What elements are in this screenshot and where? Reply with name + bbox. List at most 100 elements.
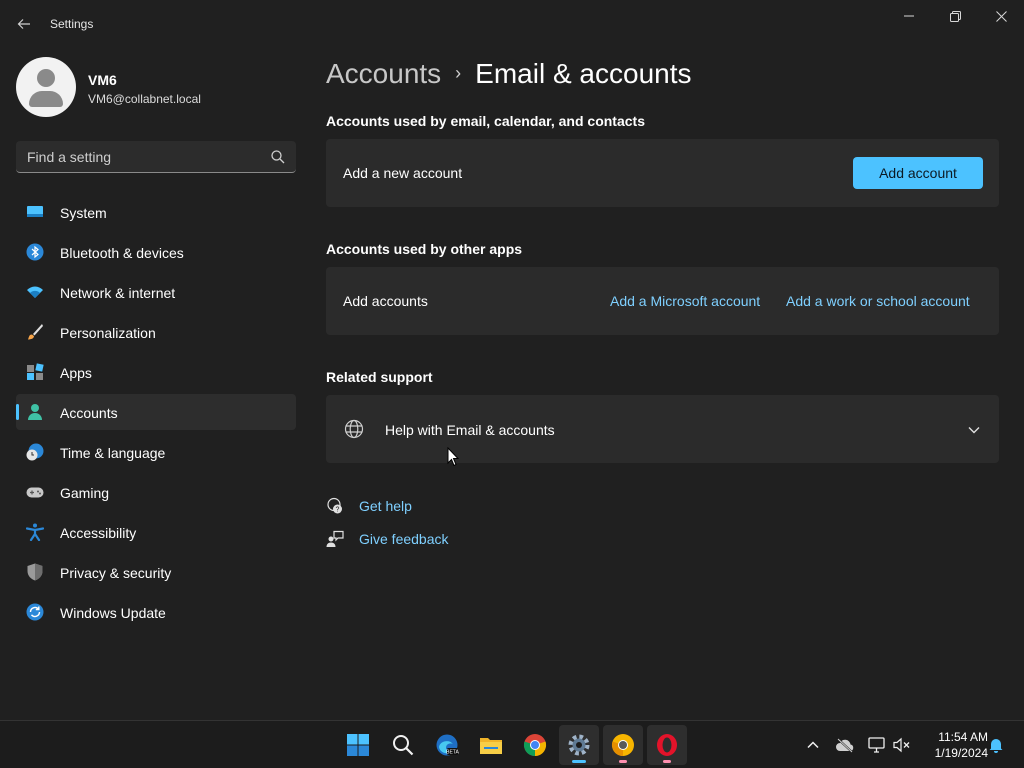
volume-tray[interactable] [892, 735, 912, 755]
section-title-related-support: Related support [326, 369, 433, 385]
avatar-body [29, 91, 63, 107]
add-microsoft-account-link[interactable]: Add a Microsoft account [610, 293, 760, 309]
update-icon [26, 603, 44, 621]
accounts-icon [28, 404, 42, 420]
accessibility-icon [26, 523, 44, 541]
page-title: Email & accounts [475, 58, 692, 89]
chevron-up-icon [807, 741, 819, 749]
taskbar: BETA 11:54 AM 1/19/2024 [0, 720, 1024, 768]
wifi-icon [27, 286, 43, 298]
get-help-link[interactable]: ? Get help [326, 495, 446, 517]
close-button[interactable] [978, 0, 1024, 32]
search-icon[interactable] [270, 149, 286, 165]
profile-email: VM6@collabnet.local [88, 92, 201, 106]
shield-icon [27, 563, 43, 581]
chrome-canary-icon [611, 734, 634, 757]
minimize-icon [904, 15, 914, 17]
taskbar-chrome[interactable] [515, 725, 555, 765]
sidebar-item-label: System [60, 205, 107, 221]
search-input[interactable] [16, 141, 266, 172]
maximize-button[interactable] [932, 0, 978, 32]
add-new-account-card: Add a new account Add account [326, 139, 999, 207]
running-indicator [619, 760, 627, 763]
cloud-offline-icon [836, 738, 854, 753]
taskbar-edge-beta[interactable]: BETA [427, 725, 467, 765]
edge-beta-icon: BETA [436, 734, 459, 756]
section-title-other-apps: Accounts used by other apps [326, 241, 523, 257]
add-accounts-label: Add accounts [343, 293, 428, 309]
taskbar-chrome-canary[interactable] [603, 725, 643, 765]
start-button[interactable] [338, 725, 378, 765]
sidebar-item-network[interactable]: Network & internet [16, 274, 296, 310]
file-explorer-icon [480, 738, 502, 754]
sidebar-item-windows-update[interactable]: Windows Update [16, 594, 296, 630]
notifications-button[interactable] [986, 735, 1006, 755]
sidebar-item-label: Network & internet [60, 285, 176, 301]
network-icon [868, 737, 885, 753]
search-box [16, 141, 296, 173]
settings-icon [568, 734, 590, 756]
add-work-school-account-link[interactable]: Add a work or school account [786, 293, 970, 309]
opera-icon [657, 734, 677, 756]
avatar [16, 57, 76, 117]
svg-text:?: ? [336, 507, 340, 514]
volume-muted-icon [893, 737, 910, 753]
sidebar-item-personalization[interactable]: Personalization [16, 314, 296, 350]
feedback-icon [326, 530, 344, 547]
taskbar-file-explorer[interactable] [471, 725, 511, 765]
help-with-email-accounts-expander[interactable]: Help with Email & accounts [326, 395, 999, 463]
sidebar-item-accessibility[interactable]: Accessibility [16, 514, 296, 550]
add-accounts-card: Add accounts Add a Microsoft account Add… [326, 267, 999, 335]
close-icon [995, 10, 1007, 22]
clock-time: 11:54 AM [938, 730, 988, 744]
avatar-head [37, 69, 55, 87]
sidebar-item-label: Gaming [60, 485, 110, 501]
section-title-email-calendar: Accounts used by email, calendar, and co… [326, 113, 645, 129]
get-help-label: Get help [359, 498, 412, 514]
clock-date: 1/19/2024 [934, 746, 988, 760]
back-arrow-icon [17, 19, 30, 29]
running-indicator [663, 760, 671, 763]
breadcrumb-parent[interactable]: Accounts [326, 58, 441, 89]
sidebar-item-bluetooth[interactable]: Bluetooth & devices [16, 234, 296, 270]
give-feedback-link[interactable]: Give feedback [326, 528, 466, 550]
help-with-email-accounts-label: Help with Email & accounts [385, 422, 555, 438]
system-icon [27, 206, 43, 217]
user-profile[interactable]: VM6 VM6@collabnet.local [16, 57, 296, 117]
sidebar-item-label: Time & language [60, 445, 166, 461]
taskbar-search-button[interactable] [383, 725, 423, 765]
sidebar-item-privacy[interactable]: Privacy & security [16, 554, 296, 590]
sidebar-item-accounts[interactable]: Accounts [16, 394, 296, 430]
sidebar-item-label: Privacy & security [60, 565, 172, 581]
add-new-account-label: Add a new account [343, 165, 463, 181]
chrome-icon [523, 734, 547, 757]
get-help-icon: ? [327, 497, 342, 514]
breadcrumb: Accounts › Email & accounts [326, 58, 692, 98]
taskbar-clock[interactable]: 11:54 AM 1/19/2024 [920, 729, 988, 761]
onedrive-tray[interactable] [835, 735, 855, 755]
time-language-icon [26, 443, 44, 461]
back-button[interactable] [12, 12, 36, 36]
globe-icon [344, 419, 364, 439]
title-bar: Settings [0, 0, 1024, 48]
sidebar-item-gaming[interactable]: Gaming [16, 474, 296, 510]
sidebar-nav: System Bluetooth & devices Network & int… [16, 194, 296, 634]
bluetooth-icon [26, 243, 44, 261]
minimize-button[interactable] [886, 0, 932, 32]
sidebar-item-system[interactable]: System [16, 194, 296, 230]
bell-icon [989, 739, 1003, 753]
breadcrumb-separator: › [455, 63, 462, 83]
chevron-down-icon [968, 427, 980, 434]
sidebar-item-apps[interactable]: Apps [16, 354, 296, 390]
taskbar-settings[interactable] [559, 725, 599, 765]
svg-text:BETA: BETA [446, 750, 459, 756]
profile-name: VM6 [88, 72, 117, 88]
add-account-button[interactable]: Add account [853, 157, 983, 189]
give-feedback-label: Give feedback [359, 531, 449, 547]
brush-icon [28, 324, 43, 340]
gamepad-icon [26, 487, 44, 498]
sidebar-item-time-language[interactable]: Time & language [16, 434, 296, 470]
show-hidden-icons-button[interactable] [803, 735, 823, 755]
network-tray[interactable] [867, 735, 887, 755]
taskbar-opera[interactable] [647, 725, 687, 765]
